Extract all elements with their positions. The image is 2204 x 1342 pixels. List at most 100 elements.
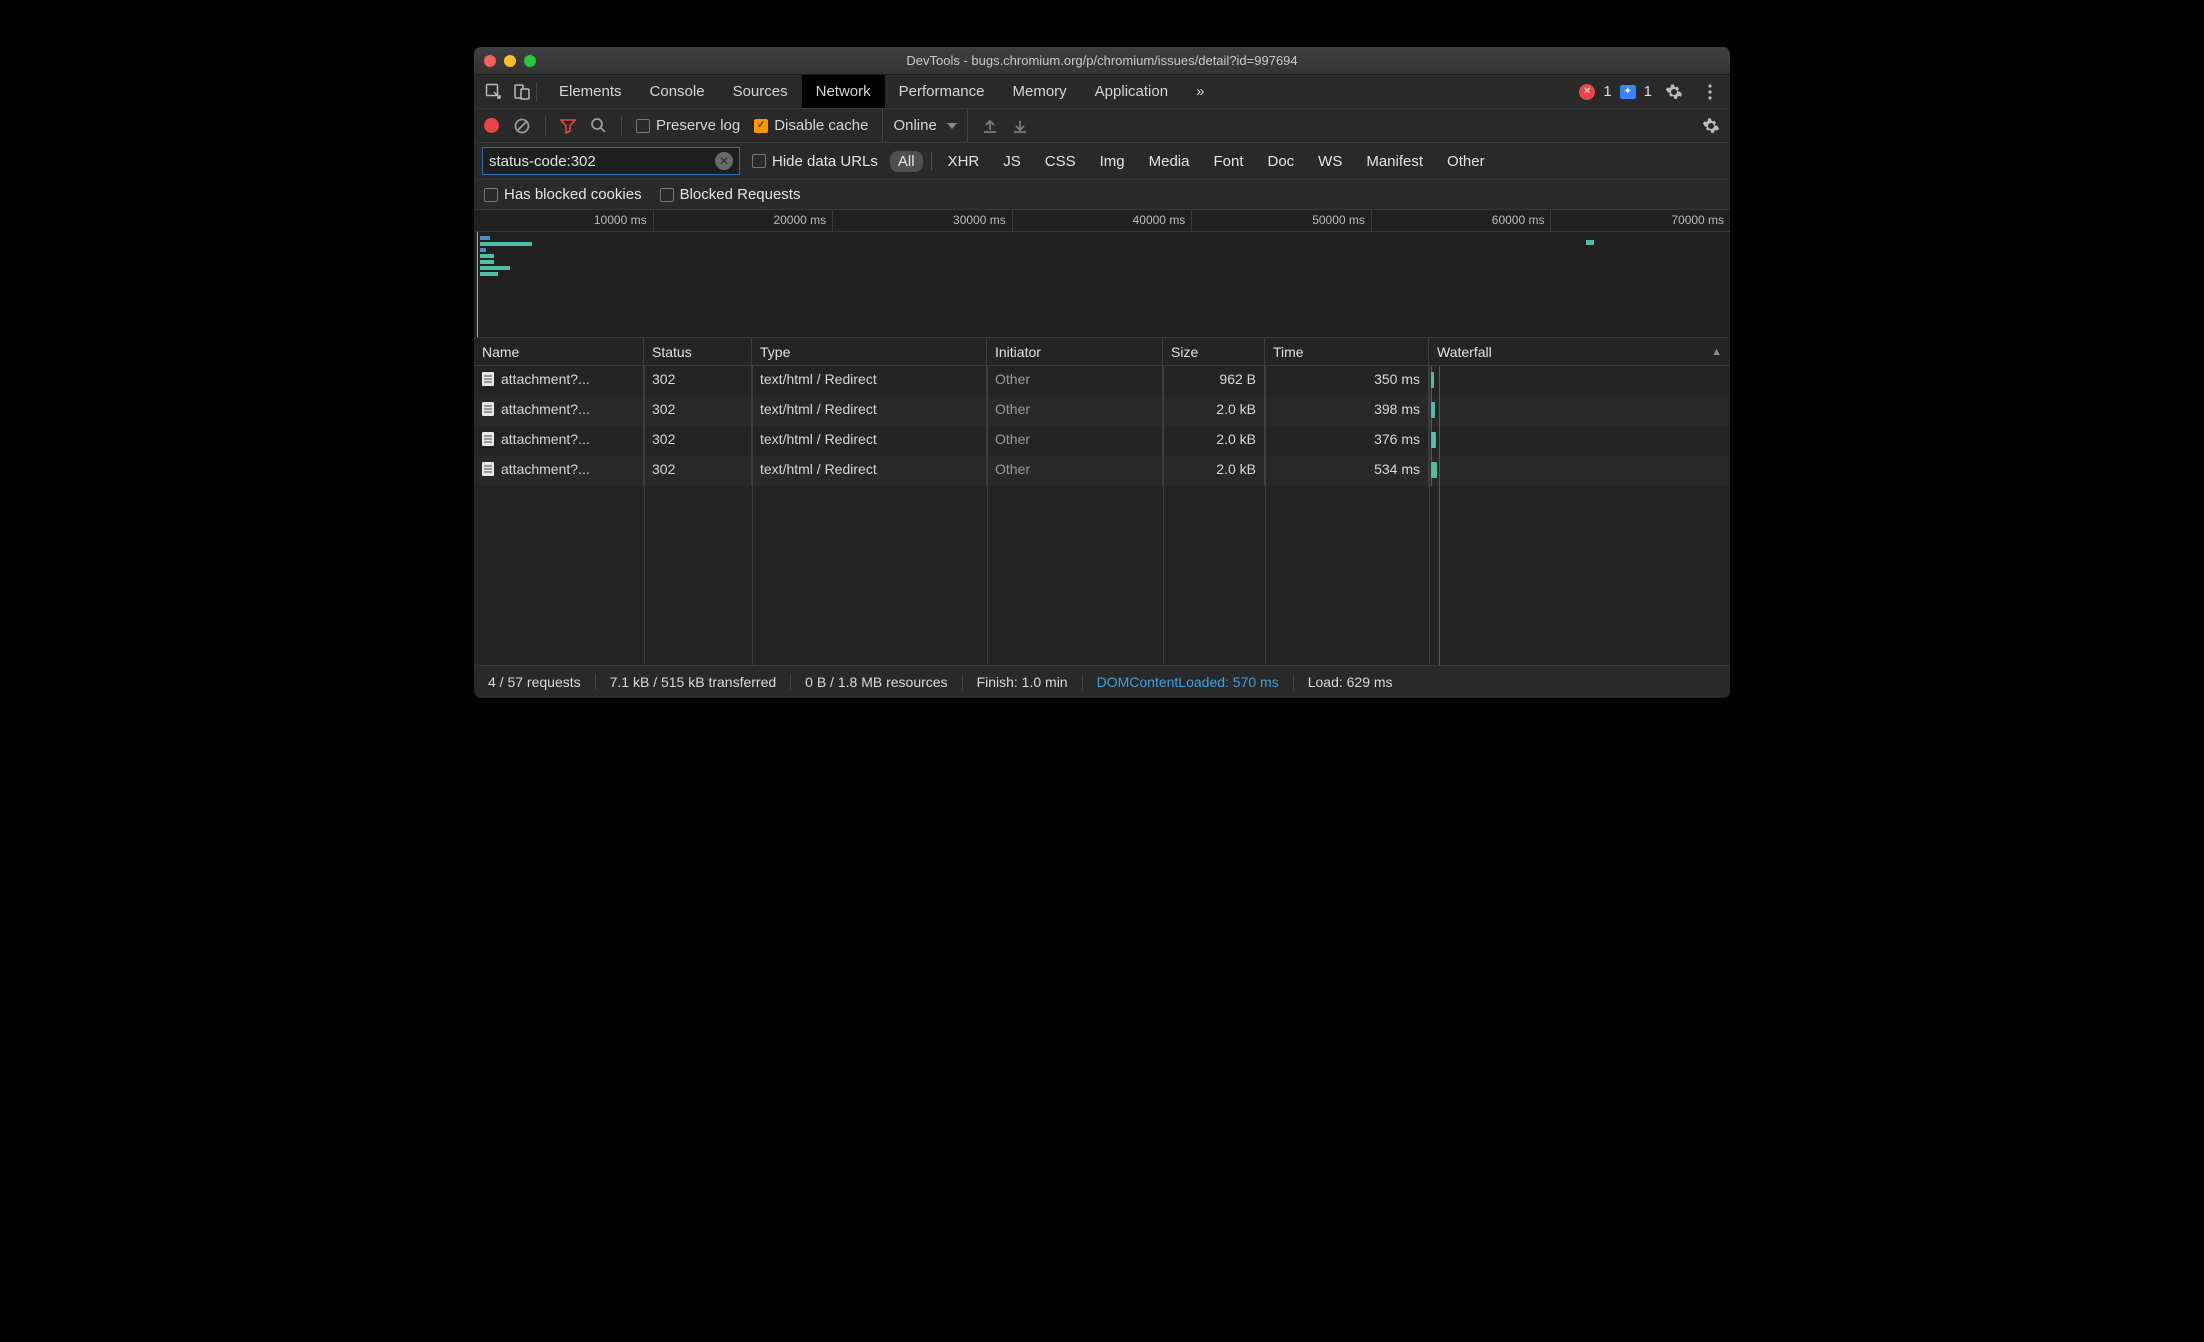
cell-waterfall [1429,456,1730,486]
status-domcontentloaded: DOMContentLoaded: 570 ms [1083,674,1294,690]
has-blocked-cookies-checkbox[interactable]: Has blocked cookies [484,186,642,203]
disable-cache-checkbox[interactable]: Disable cache [754,117,868,134]
type-filter-img[interactable]: Img [1092,151,1133,172]
upload-har-icon[interactable] [982,118,998,134]
cell-status: 302 [644,366,752,396]
status-resources: 0 B / 1.8 MB resources [791,674,962,690]
cell-initiator: Other [987,426,1163,456]
search-icon[interactable] [590,117,607,134]
cell-name: attachment?... [501,401,590,417]
has-blocked-cookies-label: Has blocked cookies [504,186,642,203]
more-menu-icon[interactable] [1696,83,1724,101]
cell-time: 350 ms [1265,366,1429,396]
download-har-icon[interactable] [1012,118,1028,134]
cell-type: text/html / Redirect [752,456,987,486]
header-name[interactable]: Name [474,338,644,365]
tab-network[interactable]: Network [802,75,885,108]
table-row[interactable]: attachment?...302text/html / RedirectOth… [474,396,1730,426]
cell-size: 962 B [1163,366,1265,396]
tab-memory[interactable]: Memory [999,75,1081,108]
clear-filter-icon[interactable]: ✕ [715,152,733,170]
blocked-requests-checkbox[interactable]: Blocked Requests [660,186,801,203]
filter-input[interactable] [489,153,715,170]
tab-elements[interactable]: Elements [545,75,636,108]
record-button[interactable] [484,118,499,133]
overview-tick: 30000 ms [832,210,1012,231]
window-title: DevTools - bugs.chromium.org/p/chromium/… [474,53,1730,68]
cell-name: attachment?... [501,371,590,387]
overview-ticks: 10000 ms20000 ms30000 ms40000 ms50000 ms… [474,210,1730,232]
throttling-dropdown[interactable]: Online [882,109,967,142]
header-size[interactable]: Size [1163,338,1265,365]
hide-data-urls-checkbox[interactable]: Hide data URLs [752,153,878,170]
cell-time: 398 ms [1265,396,1429,426]
type-filter-font[interactable]: Font [1205,151,1251,172]
table-row[interactable]: attachment?...302text/html / RedirectOth… [474,426,1730,456]
tabs-overflow-label: » [1196,83,1204,100]
header-type[interactable]: Type [752,338,987,365]
type-filter-manifest[interactable]: Manifest [1358,151,1431,172]
type-filter-doc[interactable]: Doc [1259,151,1302,172]
cell-status: 302 [644,426,752,456]
sort-indicator-icon: ▲ [1711,346,1722,358]
filter-icon[interactable] [560,118,576,134]
tab-console[interactable]: Console [636,75,719,108]
type-filter-xhr[interactable]: XHR [940,151,988,172]
device-toggle-icon[interactable] [508,83,536,101]
cell-size: 2.0 kB [1163,396,1265,426]
network-toolbar: Preserve log Disable cache Online [474,109,1730,143]
overview-tick: 60000 ms [1371,210,1551,231]
file-icon [482,432,494,446]
type-filter-ws[interactable]: WS [1310,151,1350,172]
overview-cursor [477,232,478,337]
table-row[interactable]: attachment?...302text/html / RedirectOth… [474,366,1730,396]
cell-initiator: Other [987,456,1163,486]
header-status[interactable]: Status [644,338,752,365]
header-time[interactable]: Time [1265,338,1429,365]
maximize-window-button[interactable] [524,55,536,67]
type-filter-media[interactable]: Media [1141,151,1198,172]
tab-performance[interactable]: Performance [885,75,999,108]
overview-tick: 70000 ms [1550,210,1730,231]
preserve-log-label: Preserve log [656,117,740,134]
overview-tick: 50000 ms [1191,210,1371,231]
minimize-window-button[interactable] [504,55,516,67]
cell-status: 302 [644,396,752,426]
preserve-log-box[interactable] [636,119,650,133]
inspect-element-icon[interactable] [480,83,508,101]
error-count: 1 [1603,83,1611,100]
tabs-overflow-button[interactable]: » [1182,83,1218,100]
type-filter-css[interactable]: CSS [1037,151,1084,172]
tab-sources[interactable]: Sources [719,75,802,108]
tab-application[interactable]: Application [1081,75,1182,108]
cell-size: 2.0 kB [1163,456,1265,486]
cell-time: 534 ms [1265,456,1429,486]
header-initiator[interactable]: Initiator [987,338,1163,365]
type-filter-other[interactable]: Other [1439,151,1493,172]
disable-cache-box[interactable] [754,119,768,133]
close-window-button[interactable] [484,55,496,67]
filter-bar-2: Has blocked cookies Blocked Requests [474,180,1730,210]
error-badge-icon[interactable]: ✕ [1579,84,1595,100]
type-filter-js[interactable]: JS [995,151,1029,172]
table-row[interactable]: attachment?...302text/html / RedirectOth… [474,456,1730,486]
network-settings-gear-icon[interactable] [1702,117,1720,135]
cell-time: 376 ms [1265,426,1429,456]
header-waterfall[interactable]: Waterfall▲ [1429,338,1730,365]
cell-type: text/html / Redirect [752,426,987,456]
overview-bars [480,236,532,278]
file-icon [482,402,494,416]
filter-input-wrapper[interactable]: ✕ [482,147,740,175]
preserve-log-checkbox[interactable]: Preserve log [636,117,740,134]
settings-gear-icon[interactable] [1660,83,1688,101]
panel-tabbar: ElementsConsoleSourcesNetworkPerformance… [474,75,1730,109]
cell-waterfall [1429,366,1730,396]
clear-icon[interactable] [513,117,531,135]
file-icon [482,372,494,386]
devtools-window: DevTools - bugs.chromium.org/p/chromium/… [473,46,1731,699]
type-filter-all[interactable]: All [890,151,923,172]
chevron-down-icon [947,123,957,129]
overview-timeline[interactable]: 10000 ms20000 ms30000 ms40000 ms50000 ms… [474,210,1730,338]
filter-bar: ✕ Hide data URLs All XHR JS CSS Img Media Font… [474,143,1730,180]
info-badge-icon[interactable]: ✦ [1620,85,1636,99]
